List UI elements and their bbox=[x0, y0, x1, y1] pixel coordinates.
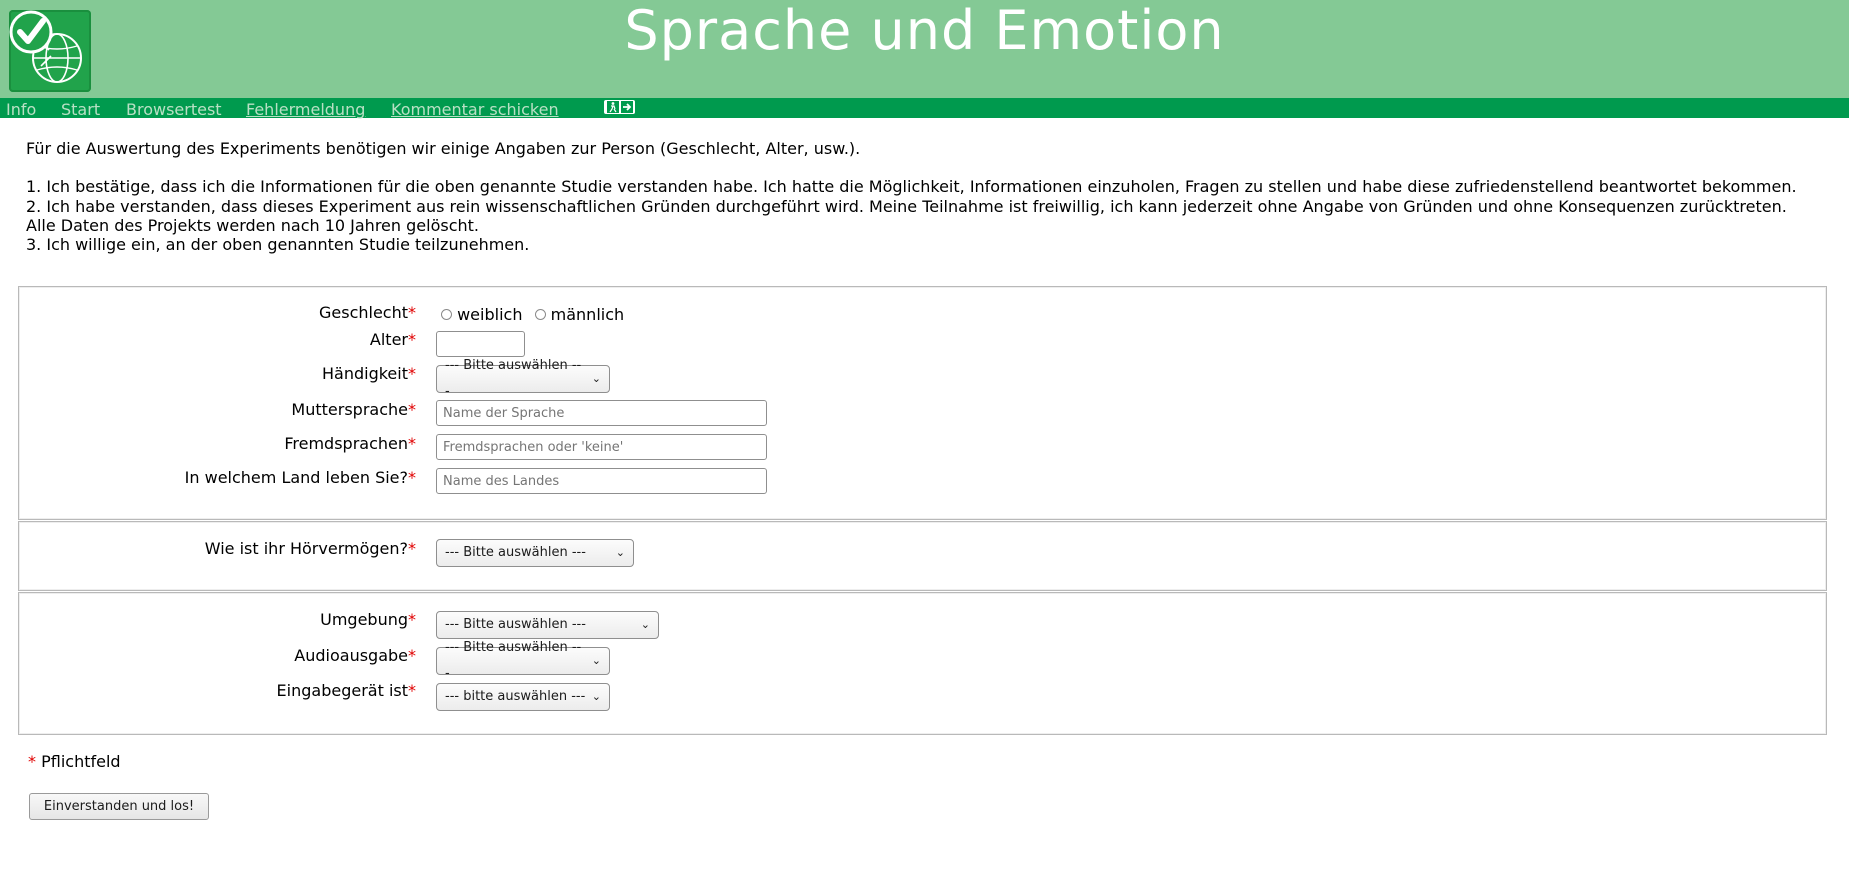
alter-label: Alter* bbox=[369, 330, 416, 349]
required-field-note: * Pflichtfeld bbox=[28, 752, 121, 771]
radio-maennlich-label: männlich bbox=[550, 305, 625, 324]
consent-item-2: 2. Ich habe verstanden, dass dieses Expe… bbox=[26, 196, 1787, 216]
nav-item-kommentar[interactable]: Kommentar schicken bbox=[391, 98, 559, 119]
radio-maennlich[interactable] bbox=[534, 309, 546, 320]
chevron-down-icon: ⌄ bbox=[640, 618, 650, 631]
chevron-down-icon: ⌄ bbox=[615, 546, 625, 559]
hearing-section: Wie ist ihr Hörvermögen?* --- Bitte ausw… bbox=[18, 521, 1827, 591]
land-label: In welchem Land leben Sie?* bbox=[184, 468, 416, 487]
consent-item-1: 1. Ich bestätige, dass ich die Informati… bbox=[26, 177, 1797, 197]
fremdsprachen-input[interactable] bbox=[436, 434, 767, 460]
haendigkeit-select[interactable]: --- Bitte auswählen --- ⌄ bbox=[436, 358, 610, 399]
main-nav: Info Start Browsertest Fehlermeldung Kom… bbox=[0, 98, 1849, 119]
chevron-down-icon: ⌄ bbox=[591, 690, 601, 703]
land-input[interactable] bbox=[436, 468, 767, 494]
geschlecht-radio-group: weiblich männlich bbox=[441, 304, 624, 324]
nav-item-browsertest[interactable]: Browsertest bbox=[126, 98, 222, 119]
submit-button[interactable]: Einverstanden und los! bbox=[29, 793, 209, 820]
exit-person-icon bbox=[606, 101, 619, 113]
personal-data-section: Geschlecht* weiblich männlich Alter* Hän… bbox=[18, 286, 1827, 520]
site-title: Sprache und Emotion bbox=[624, 0, 1225, 62]
nav-item-start[interactable]: Start bbox=[61, 98, 100, 119]
required-marker: * bbox=[408, 303, 416, 322]
geschlecht-label: Geschlecht* bbox=[318, 303, 416, 322]
nav-item-fehlermeldung[interactable]: Fehlermeldung bbox=[246, 98, 365, 119]
site-header: Sprache und Emotion bbox=[0, 0, 1849, 98]
muttersprache-input[interactable] bbox=[436, 400, 767, 426]
chevron-down-icon: ⌄ bbox=[591, 654, 601, 667]
consent-text: Für die Auswertung des Experiments benöt… bbox=[26, 139, 1797, 254]
hoervermoegen-label: Wie ist ihr Hörvermögen?* bbox=[204, 539, 416, 558]
chevron-down-icon: ⌄ bbox=[591, 372, 601, 385]
environment-section: Umgebung* --- Bitte auswählen --- ⌄ Audio… bbox=[18, 592, 1827, 735]
eingabegeraet-label: Eingabegerät ist* bbox=[276, 681, 416, 700]
consent-data-deletion: Alle Daten des Projekts werden nach 10 J… bbox=[26, 215, 479, 235]
radio-weiblich-label: weiblich bbox=[457, 305, 523, 324]
audioausgabe-select[interactable]: --- Bitte auswählen --- ⌄ bbox=[436, 640, 610, 681]
audioausgabe-label: Audioausgabe* bbox=[294, 646, 416, 665]
radio-weiblich[interactable] bbox=[441, 309, 452, 320]
consent-item-3: 3. Ich willige ein, an der oben genannte… bbox=[26, 235, 530, 255]
logout-icon[interactable] bbox=[604, 100, 635, 114]
fremdsprachen-label: Fremdsprachen* bbox=[284, 434, 416, 453]
muttersprache-label: Muttersprache* bbox=[291, 400, 416, 419]
hoervermoegen-select[interactable]: --- Bitte auswählen --- ⌄ bbox=[436, 539, 634, 567]
nav-item-info[interactable]: Info bbox=[6, 98, 36, 119]
intro-line: Für die Auswertung des Experiments benöt… bbox=[26, 139, 861, 158]
arrow-right-icon bbox=[620, 101, 633, 113]
umgebung-label: Umgebung* bbox=[320, 610, 416, 629]
haendigkeit-label: Händigkeit* bbox=[322, 364, 416, 383]
eingabegeraet-select[interactable]: --- bitte auswählen --- ⌄ bbox=[436, 683, 610, 711]
